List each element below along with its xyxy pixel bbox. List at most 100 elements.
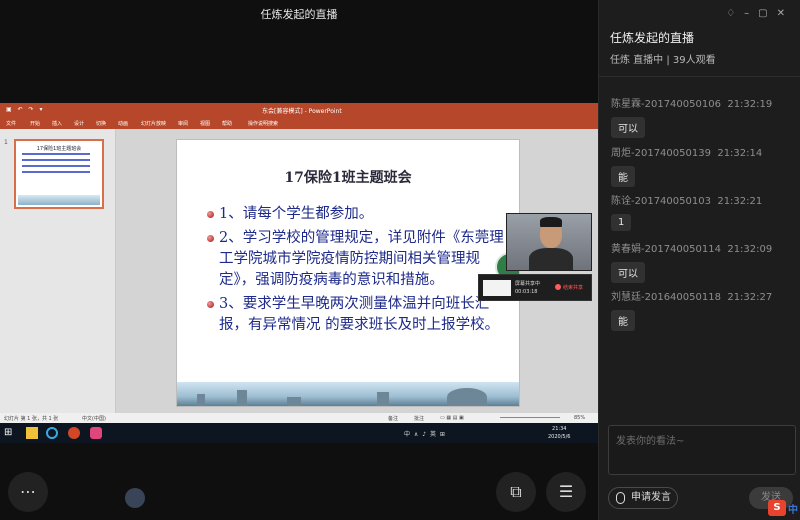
ppt-titlebar: ▣ ↶ ↷ ▾ 东会[兼容模式] - PowerPoint — [0, 103, 598, 117]
ppt-tab-slideshow[interactable]: 幻灯片放映 — [141, 120, 166, 127]
taskbar-clock: 21:34 2020/5/6 — [548, 425, 570, 441]
chat-message: 陈诠-201740050103 21:32:21 1 — [611, 192, 762, 231]
chat-message: 陈星霖-201740050106 21:32:19 可以 — [611, 95, 772, 138]
screen-share-bar: 屏幕共享中 00:03:18 结束共享 — [478, 274, 592, 301]
bullet-text: 3、要求学生早晚两次测量体温并向班长汇报，有异常情况 的要求班长及时上报学校。 — [219, 296, 500, 333]
clock-time: 21:34 — [552, 426, 567, 432]
thumb-text-line — [22, 153, 90, 155]
presenter-webcam — [506, 213, 592, 271]
person-icon — [529, 248, 573, 270]
zoom-level[interactable]: 85% — [574, 415, 585, 421]
stop-icon — [555, 284, 561, 290]
thumb-title: 17保险1班主题班会 — [36, 146, 82, 152]
bullet-item: 1、请每个学生都参加。 — [207, 204, 507, 225]
thumb-text-line — [22, 171, 90, 173]
slide-info: 幻灯片 第 1 张，共 1 张 — [4, 416, 59, 422]
message-meta: 陈星霖-201740050106 21:32:19 — [611, 95, 772, 110]
chat-message: 黄春娟-201740050114 21:32:09 可以 — [611, 240, 772, 283]
message-bubble: 1 — [611, 214, 632, 231]
end-share-button[interactable]: 结束共享 — [563, 284, 583, 291]
ppt-tab-design[interactable]: 设计 — [74, 120, 84, 127]
clock-date: 2020/5/6 — [548, 434, 571, 440]
person-hair — [540, 217, 562, 227]
bullet-text: 1、请每个学生都参加。 — [219, 206, 374, 222]
powerpoint-icon[interactable] — [68, 427, 80, 439]
share-name: 屏幕共享中 — [515, 281, 541, 287]
more-options-button[interactable]: ⋯ — [8, 472, 48, 512]
view-buttons[interactable]: ▭ ▦ ▤ ▣ — [440, 415, 464, 421]
live-title: 任炼发起的直播 — [610, 31, 695, 45]
ime-mode-icon[interactable]: 中 — [788, 501, 798, 516]
ppt-tab-file[interactable]: 文件 — [6, 120, 16, 127]
message-meta: 周炬-201740050139 21:32:14 — [611, 144, 762, 159]
message-time: 21:32:19 — [727, 99, 773, 110]
slide-title: 17保险1班主题班会 — [284, 170, 412, 186]
chat-message: 周炬-201740050139 21:32:14 能 — [611, 144, 762, 187]
window-title: 任炼发起的直播 — [260, 8, 338, 21]
message-sender: 黄春娟-201740050114 — [611, 244, 721, 255]
message-meta: 陈诠-201740050103 21:32:21 — [611, 192, 762, 207]
ppt-tab-home[interactable]: 开始 — [30, 120, 40, 127]
presenter-mini-avatar — [125, 488, 145, 508]
switch-window-icon[interactable]: ⧉ — [496, 472, 536, 512]
message-time: 21:32:27 — [727, 292, 773, 303]
windows-start-icon[interactable]: ⊞ — [4, 427, 16, 439]
message-time: 21:32:09 — [727, 244, 773, 255]
apply-speak-button[interactable]: 申请发言 — [608, 487, 678, 509]
app-icon[interactable] — [90, 427, 102, 439]
comment-placeholder: 发表你的看法~ — [616, 436, 685, 447]
bullet-dot-icon — [207, 235, 214, 242]
slide-thumbnail[interactable]: 17保险1班主题班会 — [14, 139, 104, 209]
message-meta: 刘慧廷-201640050118 21:32:27 — [611, 288, 772, 303]
building — [237, 390, 247, 406]
building — [377, 392, 389, 406]
file-explorer-icon[interactable] — [26, 427, 38, 439]
comment-input[interactable]: 发表你的看法~ — [608, 425, 796, 475]
message-sender: 刘慧廷-201640050118 — [611, 292, 721, 303]
message-bubble: 能 — [611, 166, 635, 187]
thumb-text-line — [22, 159, 90, 161]
video-area: 任炼发起的直播 ▣ ↶ ↷ ▾ 东会[兼容模式] - PowerPoint 文件… — [0, 0, 598, 520]
thumb-text-line — [22, 165, 90, 167]
ppt-tab-view[interactable]: 视图 — [200, 120, 210, 127]
slide-city-image — [177, 382, 519, 406]
message-sender: 周炬-201740050139 — [611, 148, 711, 159]
window-controls[interactable]: ♢–▢✕ — [726, 8, 794, 19]
building — [287, 397, 301, 406]
ppt-tab-transitions[interactable]: 切换 — [96, 120, 106, 127]
ppt-tab-help[interactable]: 帮助 — [222, 120, 232, 127]
zoom-slider[interactable] — [500, 417, 560, 418]
slide-bullet-list: 1、请每个学生都参加。 2、学习学校的管理规定，详见附件《东莞理工学院城市学院疫… — [207, 204, 507, 339]
share-time: 00:03:18 — [515, 289, 538, 295]
shared-screen: ▣ ↶ ↷ ▾ 东会[兼容模式] - PowerPoint 文件 开始 插入 设… — [0, 103, 598, 443]
message-bubble: 能 — [611, 310, 635, 331]
apply-speak-label: 申请发言 — [631, 492, 671, 503]
language-indicator: 中文(中国) — [82, 416, 106, 422]
notes-button[interactable]: 备注 — [388, 415, 398, 422]
message-bubble: 可以 — [611, 117, 645, 138]
divider — [599, 76, 800, 77]
ppt-tab-insert[interactable]: 插入 — [52, 120, 62, 127]
slide-thumbnails-pane: 1 17保险1班主题班会 — [0, 129, 116, 413]
view-mode-icon[interactable]: ☰ — [546, 472, 586, 512]
comments-button[interactable]: 批注 — [414, 415, 424, 422]
system-tray[interactable]: 中 ∧ ♪ 英 ⊞ — [404, 429, 446, 438]
message-sender: 陈星霖-201740050106 — [611, 99, 721, 110]
building — [447, 388, 487, 406]
quick-access-icons: ▣ ↶ ↷ ▾ — [6, 106, 45, 113]
share-preview — [483, 280, 511, 296]
ppt-tab-review[interactable]: 审阅 — [178, 120, 188, 127]
microphone-icon — [616, 492, 625, 504]
chat-panel: ♢–▢✕ 任炼发起的直播 任炼 直播中 | 39人观看 陈星霖-20174005… — [598, 0, 800, 520]
ppt-search[interactable]: 操作说明搜索 — [248, 120, 278, 127]
search-icon[interactable] — [46, 427, 58, 439]
chat-message: 刘慧廷-201640050118 21:32:27 能 — [611, 288, 772, 331]
thumb-city-image — [18, 195, 100, 205]
live-stream-app: 任炼发起的直播 ▣ ↶ ↷ ▾ 东会[兼容模式] - PowerPoint 文件… — [0, 0, 800, 520]
message-time: 21:32:21 — [717, 196, 763, 207]
ppt-doc-title: 东会[兼容模式] - PowerPoint — [262, 108, 342, 115]
bullet-item: 3、要求学生早晚两次测量体温并向班长汇报，有异常情况 的要求班长及时上报学校。 — [207, 294, 507, 336]
current-slide[interactable]: 17保险1班主题班会 1、请每个学生都参加。 2、学习学校的管理规定，详见附件《… — [176, 139, 520, 407]
ppt-tab-animations[interactable]: 动画 — [118, 120, 128, 127]
sogou-ime-icon[interactable]: S — [768, 500, 786, 516]
